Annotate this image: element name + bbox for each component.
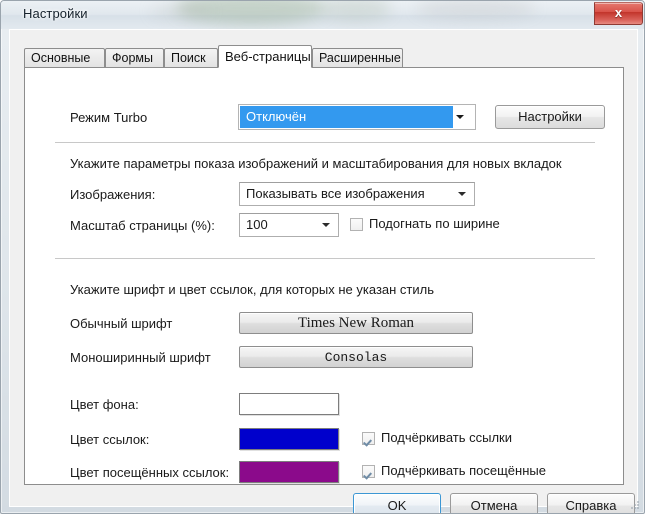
help-button-label: Справка	[565, 498, 617, 513]
turbo-mode-value: Отключён	[244, 108, 309, 125]
tab-label: Веб-страницы	[225, 49, 311, 64]
titlebar-glass-blur	[321, 1, 391, 21]
dialog-client-area: Основные Формы Поиск Веб-страницы Расшир…	[9, 29, 638, 513]
tab-label: Поиск	[171, 51, 206, 65]
titlebar-glass-blur	[416, 1, 536, 19]
separator-1	[55, 142, 595, 143]
underline-visited-checkbox[interactable]	[362, 465, 375, 478]
titlebar-glass-blur	[176, 1, 326, 25]
cancel-button-label: Отмена	[470, 498, 518, 513]
images-value: Показывать все изображения	[246, 186, 425, 201]
background-color-swatch[interactable]	[239, 393, 339, 415]
fit-width-label: Подогнать по ширине	[369, 216, 500, 231]
window-title: Настройки	[23, 6, 88, 21]
close-button[interactable]: x	[594, 2, 643, 25]
page-zoom-label: Масштаб страницы (%):	[70, 218, 215, 233]
tab-poisk[interactable]: Поиск	[164, 48, 218, 67]
tab-formy[interactable]: Формы	[105, 48, 164, 67]
tab-veb-stranicy[interactable]: Веб-страницы	[218, 45, 312, 68]
visited-color-swatch[interactable]	[239, 461, 339, 483]
cancel-button[interactable]: Отмена	[450, 493, 538, 513]
ok-button-label: OK	[387, 498, 407, 513]
mono-font-label: Моноширинный шрифт	[70, 350, 211, 365]
turbo-mode-label: Режим Turbo	[70, 110, 148, 125]
turbo-mode-combobox[interactable]: Отключён	[238, 104, 476, 130]
link-color-swatch[interactable]	[239, 428, 339, 450]
tab-label: Расширенные	[319, 51, 401, 65]
tab-osnovnye[interactable]: Основные	[24, 48, 105, 67]
images-label: Изображения:	[70, 187, 156, 202]
titlebar-glass-blur	[151, 3, 211, 19]
tab-page-web-pages: Режим Turbo Отключён Настройки Укажите п…	[24, 67, 624, 485]
link-color-label: Цвет ссылок:	[70, 432, 150, 447]
resize-grip-icon[interactable]	[629, 499, 641, 511]
close-icon: x	[614, 5, 623, 20]
underline-visited-label: Подчёркивать посещённые	[381, 463, 546, 478]
page-zoom-combobox[interactable]: 100	[239, 213, 339, 237]
normal-font-button[interactable]: Times New Roman	[239, 312, 473, 334]
underline-links-label: Подчёркивать ссылки	[381, 430, 512, 445]
mono-font-value: Consolas	[324, 350, 388, 365]
tab-label: Формы	[112, 51, 153, 65]
separator-2	[55, 258, 595, 259]
fonts-section-heading: Укажите шрифт и цвет ссылок, для которых…	[70, 282, 434, 297]
ok-button[interactable]: OK	[353, 493, 441, 513]
visited-color-label: Цвет посещённых ссылок:	[70, 465, 230, 480]
chevron-down-icon	[456, 115, 464, 119]
tab-rasshirennye[interactable]: Расширенные	[312, 48, 403, 67]
images-section-heading: Укажите параметры показа изображений и м…	[70, 156, 562, 171]
turbo-settings-button-label: Настройки	[518, 109, 582, 124]
normal-font-label: Обычный шрифт	[70, 316, 173, 331]
mono-font-button[interactable]: Consolas	[239, 346, 473, 368]
images-combobox[interactable]: Показывать все изображения	[239, 182, 475, 206]
tab-label: Основные	[31, 51, 91, 65]
fit-width-checkbox[interactable]	[350, 218, 363, 231]
help-button[interactable]: Справка	[547, 493, 635, 513]
page-zoom-value: 100	[246, 217, 268, 232]
turbo-settings-button[interactable]: Настройки	[495, 105, 605, 129]
chevron-down-icon	[322, 223, 330, 227]
chevron-down-icon	[458, 192, 466, 196]
background-color-label: Цвет фона:	[70, 397, 139, 412]
title-bar[interactable]: Настройки x	[1, 1, 644, 29]
settings-dialog-window: Настройки x Основные Формы Поиск Веб-стр…	[0, 0, 645, 514]
underline-links-checkbox[interactable]	[362, 432, 375, 445]
normal-font-value: Times New Roman	[297, 315, 415, 331]
